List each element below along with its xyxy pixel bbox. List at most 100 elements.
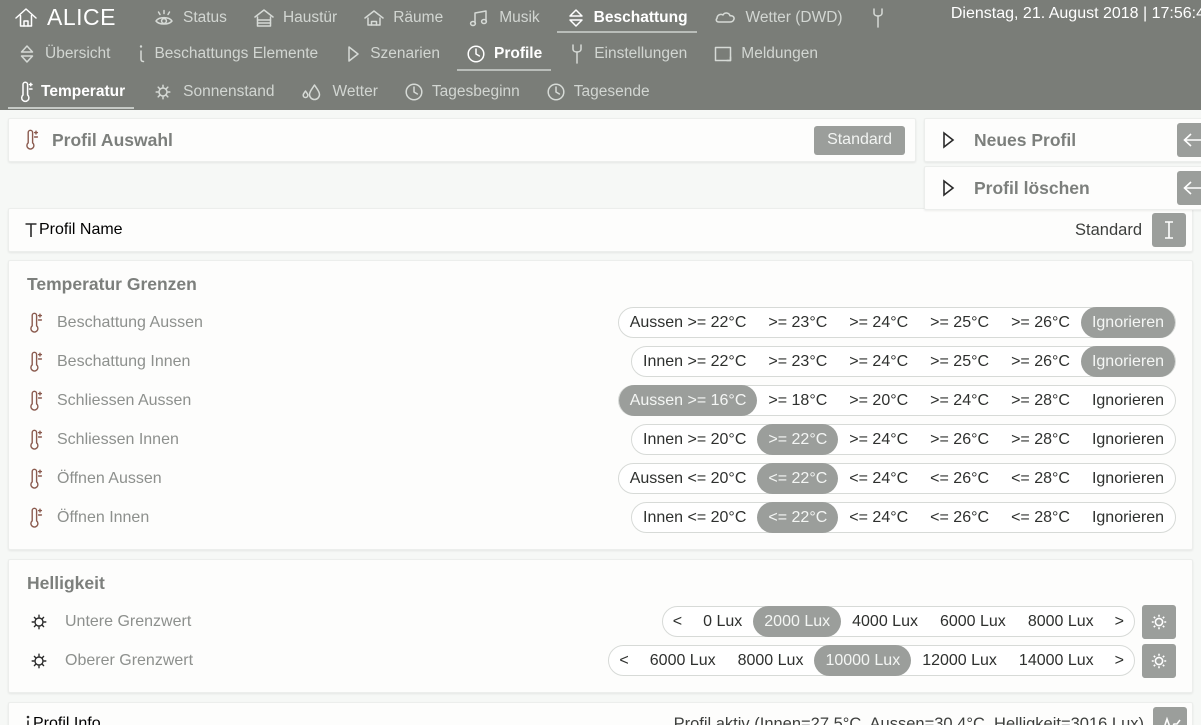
nav-item-temperatur[interactable]: Temperatur (4, 73, 138, 110)
segment-option[interactable]: Ignorieren (1081, 464, 1175, 493)
sun-rotated-icon[interactable] (1142, 604, 1176, 639)
segment-option[interactable]: >= 25°C (919, 347, 1000, 376)
temperature-row-label: Beschattung Innen (57, 352, 191, 370)
segment-option[interactable]: <= 22°C (757, 463, 839, 494)
segment-option[interactable]: >= 26°C (1000, 308, 1081, 337)
segmented-control[interactable]: Innen >= 22°C >= 23°C >= 24°C >= 25°C >= 26°… (631, 346, 1176, 377)
segmented-control[interactable]: Innen <= 20°C <= 22°C <= 24°C <= 26°C <= 28°… (631, 502, 1176, 533)
segment-option[interactable]: >= 23°C (757, 308, 838, 337)
segment-option[interactable]: Ignorieren (1081, 386, 1175, 415)
segment-option[interactable]: <= 26°C (919, 464, 1000, 493)
segment-option[interactable]: Ignorieren (1080, 307, 1175, 338)
nav-item-musik[interactable]: Musik (456, 0, 552, 35)
sun-rotated-icon[interactable] (1142, 643, 1176, 678)
segment-option[interactable]: >= 26°C (1000, 347, 1081, 376)
segment-option[interactable]: Ignorieren (1080, 346, 1175, 377)
sun-icon (31, 653, 47, 668)
temperature-row: Öffnen Aussen Aussen <= 20°C <= 22°C <= 24°… (9, 459, 1192, 498)
segmented-control[interactable]: Aussen >= 22°C >= 23°C >= 24°C >= 25°C >= 26… (617, 307, 1176, 338)
nav-item-meldungen[interactable]: Meldungen (700, 35, 831, 73)
nav-item-status[interactable]: Status (140, 0, 240, 35)
nav-item-szenarien[interactable]: Szenarien (331, 35, 453, 73)
segment-option[interactable]: >= 28°C (1000, 425, 1081, 454)
temperatur-section-title: Temperatur Grenzen (27, 274, 197, 294)
arrow-left-icon[interactable] (1177, 171, 1201, 205)
profil-loeschen-button[interactable]: Profil löschen (924, 166, 1201, 210)
neues-profil-button[interactable]: Neues Profil (924, 118, 1201, 162)
profil-auswahl-selected[interactable]: Standard (814, 125, 905, 155)
segment-option[interactable]: Ignorieren (1081, 503, 1175, 532)
segment-option[interactable]: 14000 Lux (1008, 646, 1105, 675)
nav-item-sonnenstand[interactable]: Sonnenstand (138, 73, 287, 110)
segment-option[interactable]: Innen >= 22°C (632, 347, 757, 376)
segment-option[interactable]: >= 18°C (757, 386, 838, 415)
chart-line-icon[interactable] (1153, 707, 1187, 725)
segmented-control[interactable]: <6000 Lux 8000 Lux 10000 Lux 12000 Lux 14000… (608, 645, 1135, 676)
segment-option[interactable]: <= 24°C (838, 464, 919, 493)
nav-label: Profile (493, 45, 543, 63)
segment-next-arrow[interactable]: > (1105, 607, 1134, 636)
temperature-row: Beschattung Innen Innen >= 22°C >= 23°C >= … (9, 342, 1192, 381)
nav-label: Tagesbeginn (431, 82, 520, 100)
segmented-control[interactable]: Aussen >= 16°C >= 18°C >= 20°C >= 24°C >= 28… (617, 385, 1176, 416)
segment-option[interactable]: Aussen >= 22°C (619, 308, 758, 337)
profil-auswahl-card[interactable]: Profil Auswahl Standard (8, 118, 916, 162)
segment-prev-arrow[interactable]: < (663, 607, 692, 636)
segment-option[interactable]: 12000 Lux (911, 646, 1008, 675)
segment-option[interactable]: <= 24°C (838, 503, 919, 532)
play-triangle-icon (943, 179, 955, 197)
segment-option[interactable]: Innen <= 20°C (632, 503, 757, 532)
segment-option[interactable]: 4000 Lux (841, 607, 929, 636)
segmented-control[interactable]: Aussen <= 20°C <= 22°C <= 24°C <= 26°C <= 28… (617, 463, 1176, 494)
segment-option[interactable]: <= 26°C (919, 503, 1000, 532)
segment-option[interactable]: Aussen <= 20°C (619, 464, 758, 493)
segment-option[interactable]: 8000 Lux (727, 646, 815, 675)
segment-option[interactable]: >= 28°C (1000, 386, 1081, 415)
nav-item-beschattungs-elemente[interactable]: Beschattungs Elemente (123, 35, 331, 73)
nav-item-beschattung[interactable]: Beschattung (553, 0, 701, 35)
thermometer-icon (30, 507, 43, 528)
wrench-icon (872, 7, 883, 28)
segment-prev-arrow[interactable]: < (609, 646, 638, 675)
segment-option[interactable]: Ignorieren (1081, 425, 1175, 454)
nav-item-wetter[interactable]: Wetter (287, 73, 390, 110)
segment-next-arrow[interactable]: > (1105, 646, 1134, 675)
arrow-left-icon[interactable] (1177, 123, 1201, 157)
segment-option[interactable]: 10000 Lux (814, 645, 912, 676)
nav-item-haustuer[interactable]: Haustür (240, 0, 350, 35)
segment-option[interactable]: <= 28°C (1000, 464, 1081, 493)
text-cursor-icon[interactable] (1152, 213, 1186, 247)
segment-option[interactable]: >= 20°C (838, 386, 919, 415)
nav-item-profile[interactable]: Profile (453, 35, 555, 73)
helligkeit-rows: Untere Grenzwert <0 Lux 2000 Lux 4000 Lux 60… (9, 602, 1192, 680)
nav-item-einstellungen[interactable]: Einstellungen (555, 35, 700, 73)
segment-option[interactable]: Innen >= 20°C (632, 425, 757, 454)
nav-item-wetter-dwd[interactable]: Wetter (DWD) (701, 0, 856, 35)
segment-option[interactable]: 8000 Lux (1017, 607, 1105, 636)
thermometer-icon (26, 129, 39, 150)
segment-option[interactable]: Aussen >= 16°C (618, 385, 758, 416)
segment-option[interactable]: >= 24°C (919, 386, 1000, 415)
temperature-row-label: Beschattung Aussen (57, 313, 203, 331)
segmented-control[interactable]: Innen >= 20°C >= 22°C >= 24°C >= 26°C >= 28°… (631, 424, 1176, 455)
segment-option[interactable]: >= 26°C (919, 425, 1000, 454)
segmented-control[interactable]: <0 Lux 2000 Lux 4000 Lux 6000 Lux 8000 Lux > (661, 606, 1135, 637)
profil-name-card[interactable]: Profil Name Standard (8, 208, 1193, 252)
segment-option[interactable]: >= 24°C (838, 347, 919, 376)
segment-option[interactable]: 6000 Lux (639, 646, 727, 675)
segment-option[interactable]: >= 22°C (757, 424, 839, 455)
segment-option[interactable]: <= 22°C (757, 502, 839, 533)
nav-item-uebersicht[interactable]: Übersicht (4, 35, 123, 73)
segment-option[interactable]: >= 23°C (757, 347, 838, 376)
segment-option[interactable]: 2000 Lux (753, 606, 842, 637)
nav-item-tagesende[interactable]: Tagesende (533, 73, 663, 110)
nav-item-tagesbeginn[interactable]: Tagesbeginn (391, 73, 533, 110)
segment-option[interactable]: >= 24°C (838, 425, 919, 454)
segment-option[interactable]: 6000 Lux (929, 607, 1017, 636)
segment-option[interactable]: >= 25°C (919, 308, 1000, 337)
segment-option[interactable]: 0 Lux (692, 607, 753, 636)
nav-item-tools[interactable] (856, 0, 908, 35)
segment-option[interactable]: <= 28°C (1000, 503, 1081, 532)
nav-item-raeume[interactable]: Räume (350, 0, 456, 35)
segment-option[interactable]: >= 24°C (838, 308, 919, 337)
